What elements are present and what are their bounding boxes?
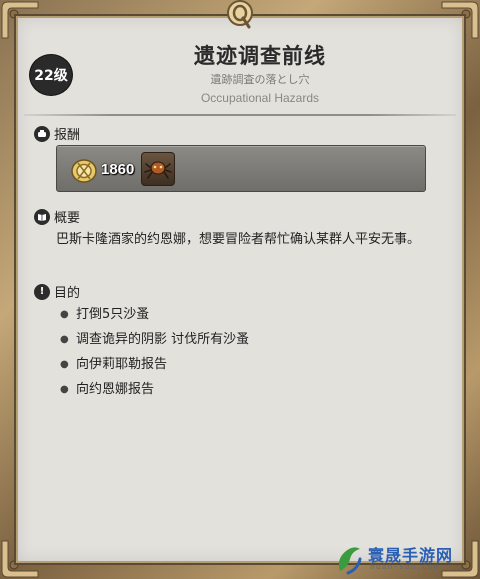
bullet-icon: ● xyxy=(60,334,69,345)
summary-header: 概要 xyxy=(34,207,80,226)
quest-title: 遗迹调查前线 xyxy=(194,44,326,68)
spider-creature-icon xyxy=(144,161,172,179)
rewards-box: 1860 xyxy=(56,145,426,192)
bullet-icon: ● xyxy=(60,359,69,370)
quest-subtitle-english: Occupational Hazards xyxy=(200,91,320,105)
window-frame: 22级 遗迹调查前线 遺跡調査の落とし穴 Occupational Hazard… xyxy=(0,0,480,579)
gil-amount: 1860 xyxy=(101,161,135,178)
watermark-url: huan-sun.com xyxy=(370,563,440,572)
header-divider xyxy=(24,114,456,116)
bullet-icon: ● xyxy=(60,309,69,320)
watermark-logo-icon xyxy=(338,547,362,575)
objectives-label: 目的 xyxy=(54,286,81,301)
rewards-label: 报酬 xyxy=(54,128,81,143)
objective-item: ● 调查诡异的阴影 讨伐所有沙蚤 xyxy=(60,330,249,355)
objective-item: ● 向约恩娜报告 xyxy=(60,380,249,405)
bullet-icon: ● xyxy=(60,384,69,395)
coin-bag-icon xyxy=(34,125,50,142)
objective-item: ● 向伊莉耶勒报告 xyxy=(60,355,249,380)
exclamation-icon: ! xyxy=(34,283,50,300)
objectives-list: ● 打倒5只沙蚤 ● 调查诡异的阴影 讨伐所有沙蚤 ● 向伊莉耶勒报告 ● 向约恩娜报告 xyxy=(60,305,249,405)
objective-item: ● 打倒5只沙蚤 xyxy=(60,305,249,330)
book-icon xyxy=(34,208,50,225)
summary-text: 巴斯卡隆酒家的约恩娜，想要冒险者帮忙确认某群人平安无事。 xyxy=(56,232,421,247)
rewards-header: 报酬 xyxy=(34,124,80,143)
summary-label: 概要 xyxy=(54,211,81,226)
quest-crest-icon xyxy=(227,0,253,29)
gil-coin-icon xyxy=(71,159,97,183)
title-block: 遗迹调查前线 遺跡調査の落とし穴 Occupational Hazards xyxy=(80,42,440,105)
reward-item-slot[interactable] xyxy=(141,152,175,186)
level-badge: 22级 xyxy=(30,55,72,95)
quest-subtitle-japanese: 遺跡調査の落とし穴 xyxy=(210,73,310,86)
site-watermark: 寰晟手游网 huan-sun.com xyxy=(330,541,478,577)
objectives-header: ! 目的 xyxy=(34,282,80,301)
